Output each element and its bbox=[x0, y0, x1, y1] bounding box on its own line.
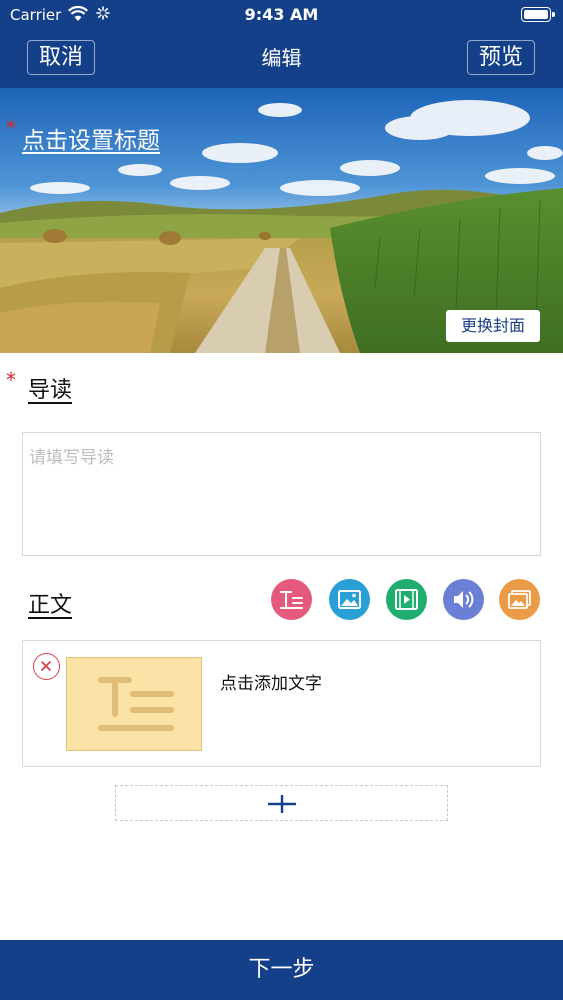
add-block-button[interactable] bbox=[115, 785, 448, 821]
change-cover-button[interactable]: 更换封面 bbox=[446, 310, 540, 342]
video-icon bbox=[395, 589, 418, 610]
delete-block-button[interactable] bbox=[33, 653, 60, 680]
text-icon bbox=[280, 591, 303, 609]
add-video-tool[interactable] bbox=[386, 579, 427, 620]
top-bar: Carrier 9:43 AM 取消 编辑 预览 bbox=[0, 0, 563, 88]
intro-label: 导读 bbox=[28, 378, 73, 403]
close-icon bbox=[40, 660, 52, 672]
battery-icon bbox=[521, 7, 555, 22]
intro-textarea[interactable]: 请填写导读 bbox=[22, 432, 541, 556]
add-text-prompt[interactable]: 点击添加文字 bbox=[220, 669, 322, 694]
preview-button[interactable]: 预览 bbox=[467, 40, 535, 75]
title-input[interactable]: 点击设置标题 bbox=[22, 121, 160, 155]
text-icon bbox=[98, 677, 174, 731]
text-block-thumbnail bbox=[66, 657, 202, 751]
add-audio-tool[interactable] bbox=[443, 579, 484, 620]
gallery-icon bbox=[508, 590, 531, 609]
intro-required-mark: * bbox=[6, 368, 16, 392]
content-block[interactable]: 点击添加文字 bbox=[22, 640, 541, 767]
body-label: 正文 bbox=[28, 593, 73, 618]
add-text-tool[interactable] bbox=[271, 579, 312, 620]
next-step-button[interactable]: 下一步 bbox=[0, 940, 563, 1000]
status-time: 9:43 AM bbox=[244, 5, 319, 24]
audio-icon bbox=[454, 591, 474, 608]
cover-image[interactable]: * 点击设置标题 更换封面 bbox=[0, 88, 563, 353]
image-icon bbox=[338, 590, 361, 609]
status-bar: Carrier 9:43 AM bbox=[0, 0, 563, 30]
add-image-tool[interactable] bbox=[329, 579, 370, 620]
title-required-mark: * bbox=[6, 116, 16, 140]
add-gallery-tool[interactable] bbox=[499, 579, 540, 620]
intro-placeholder: 请填写导读 bbox=[29, 448, 114, 468]
plus-icon bbox=[268, 795, 296, 813]
